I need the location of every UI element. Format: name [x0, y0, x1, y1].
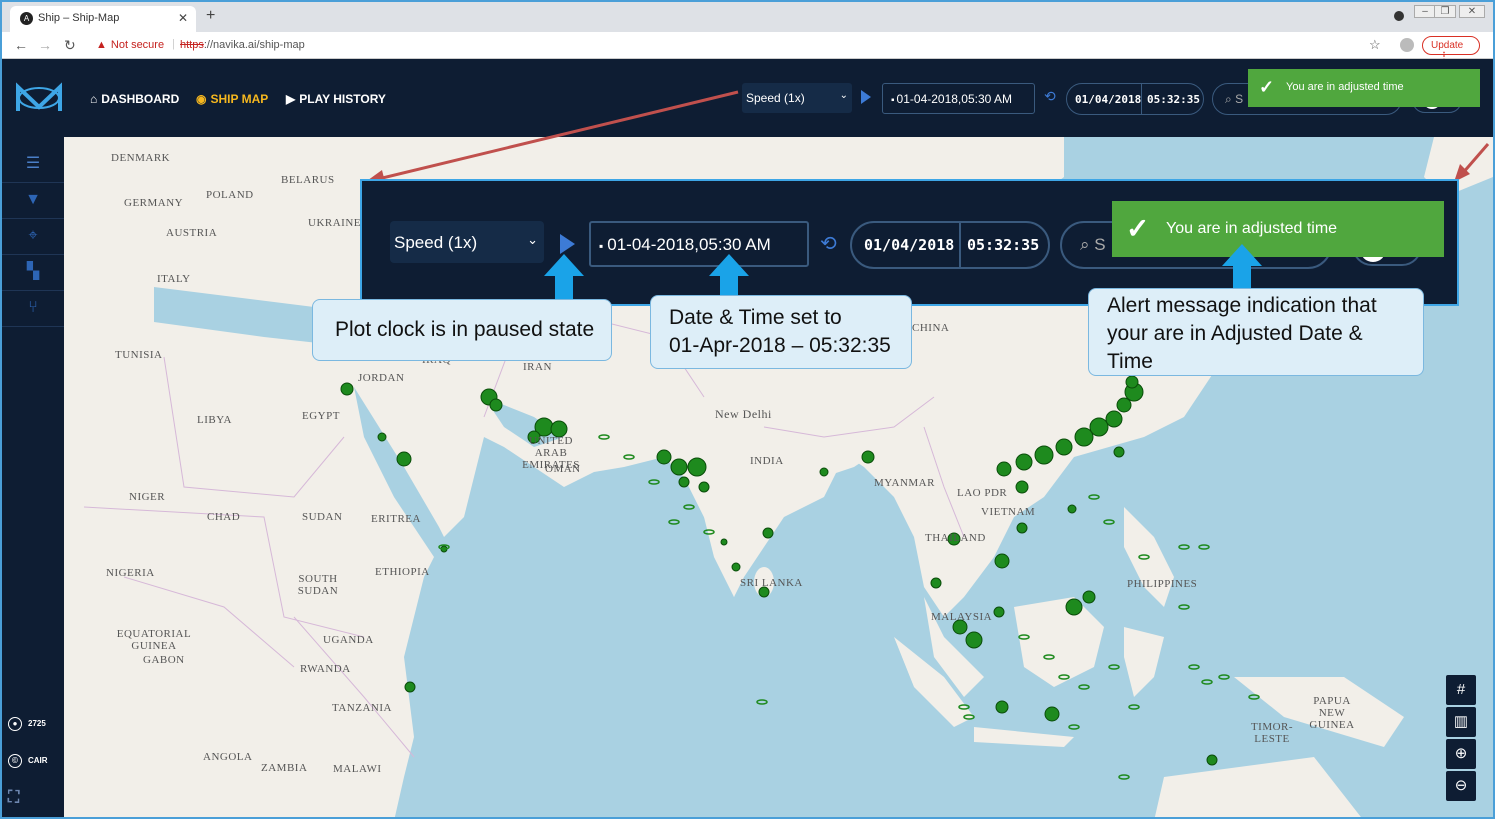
zoom-clock-date: 01/04/2018	[864, 236, 955, 254]
zoomed-toolbar-callout: Speed (1x) ⌄ ▪ 01-04-2018,05:30 AM ⟲ 01/04…	[360, 179, 1459, 306]
annotation-paused: Plot clock is in paused state	[312, 299, 612, 361]
annotation-datetime-line1: Date & Time set to	[669, 306, 842, 329]
zoom-plot-clock: 01/04/2018 05:32:35	[850, 221, 1050, 269]
browser-window: A Ship – Ship-Map ✕ + – ❐ ✕ ← → ↻ ▲ Not s…	[0, 0, 1495, 819]
zoom-reset-time-icon: ⟲	[820, 233, 837, 255]
check-icon: ✓	[1126, 213, 1150, 244]
annotation-alert-line1: Alert message indication that	[1107, 294, 1377, 317]
arrow-right	[1460, 143, 1490, 175]
search-icon: ⌕	[1080, 235, 1090, 254]
zoom-speed-value: Speed (1x)	[394, 233, 478, 252]
calendar-icon: ▪	[599, 239, 604, 253]
zoom-toast-message: You are in adjusted time	[1166, 220, 1338, 237]
zoom-speed-select: Speed (1x) ⌄	[390, 221, 544, 263]
zoom-adjusted-time-toast: ✓ You are in adjusted time	[1112, 201, 1444, 257]
zoom-search-placeholder: S	[1094, 235, 1106, 254]
annotation-alert: Alert message indication that your are i…	[1088, 288, 1424, 376]
zoom-date-time-field: ▪ 01-04-2018,05:30 AM	[589, 221, 809, 267]
annotation-alert-line2: your are in Adjusted Date &	[1107, 322, 1363, 345]
annotation-datetime: Date & Time set to 01-Apr-2018 – 05:32:3…	[650, 295, 912, 369]
zoom-play-icon	[560, 234, 575, 254]
clock-divider	[959, 223, 961, 267]
zoom-clock-time: 05:32:35	[967, 236, 1040, 254]
arrow-left	[373, 90, 739, 182]
annotation-paused-text: Plot clock is in paused state	[335, 318, 595, 341]
chevron-down-icon: ⌄	[527, 232, 538, 247]
annotation-alert-line3: Time	[1107, 350, 1153, 373]
annotation-arrows	[364, 90, 1490, 186]
annotation-datetime-line2: 01-Apr-2018 – 05:32:35	[669, 334, 891, 357]
